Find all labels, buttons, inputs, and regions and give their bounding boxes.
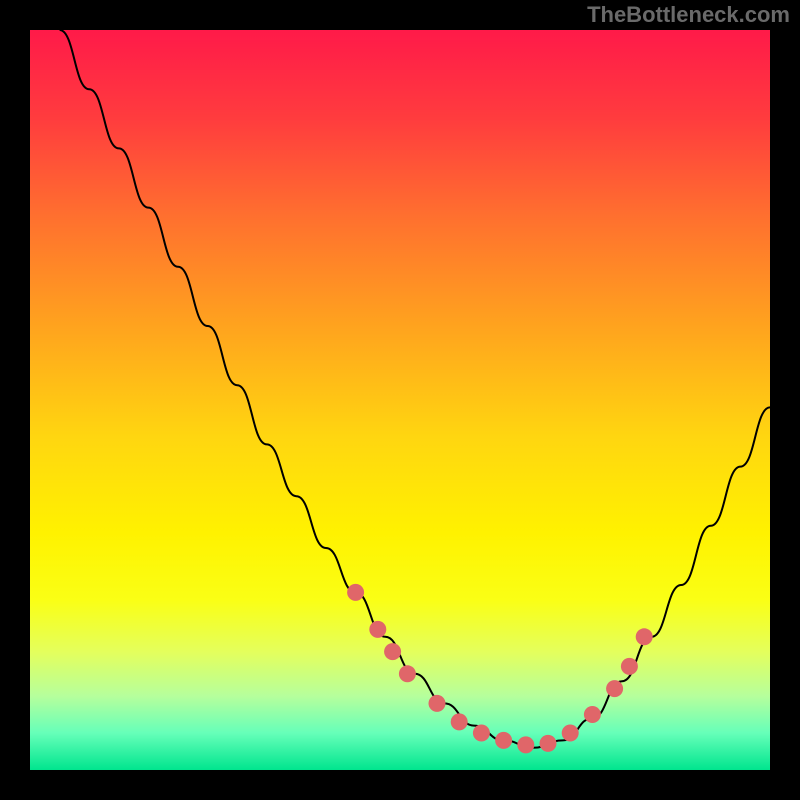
- highlight-marker: [451, 713, 468, 730]
- highlight-marker: [540, 735, 557, 752]
- bottleneck-curve: [60, 30, 770, 748]
- highlight-marker: [473, 725, 490, 742]
- highlight-marker: [621, 658, 638, 675]
- marker-group: [347, 584, 653, 753]
- plot-area: [30, 30, 770, 770]
- highlight-marker: [399, 665, 416, 682]
- attribution-text: TheBottleneck.com: [587, 2, 790, 28]
- highlight-marker: [369, 621, 386, 638]
- highlight-marker: [384, 643, 401, 660]
- highlight-marker: [495, 732, 512, 749]
- highlight-marker: [517, 736, 534, 753]
- highlight-marker: [584, 706, 601, 723]
- highlight-marker: [562, 725, 579, 742]
- highlight-marker: [606, 680, 623, 697]
- curve-layer: [30, 30, 770, 770]
- highlight-marker: [429, 695, 446, 712]
- highlight-marker: [347, 584, 364, 601]
- chart-container: TheBottleneck.com: [0, 0, 800, 800]
- highlight-marker: [636, 628, 653, 645]
